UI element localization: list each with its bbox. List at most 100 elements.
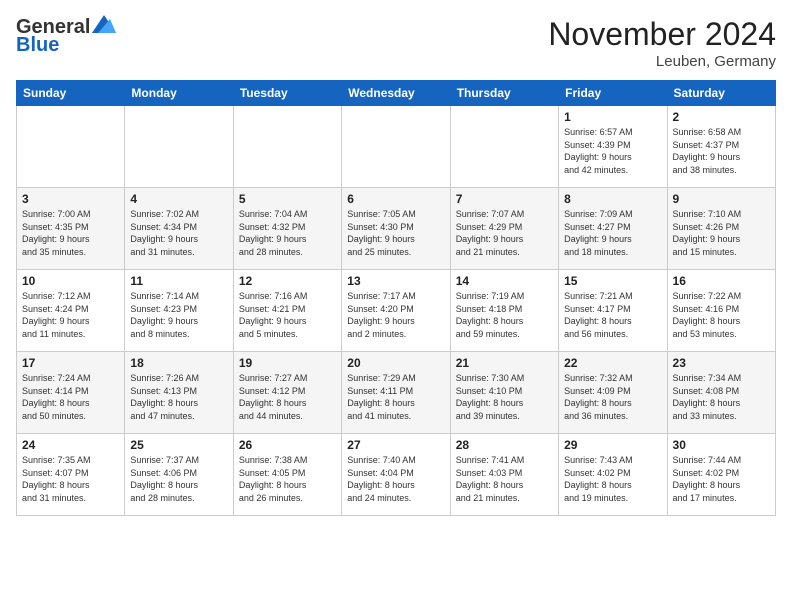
day-number: 9: [673, 192, 770, 206]
calendar-cell: 17Sunrise: 7:24 AM Sunset: 4:14 PM Dayli…: [17, 352, 125, 434]
day-info: Sunrise: 7:32 AM Sunset: 4:09 PM Dayligh…: [564, 372, 661, 422]
day-number: 12: [239, 274, 336, 288]
day-info: Sunrise: 7:40 AM Sunset: 4:04 PM Dayligh…: [347, 454, 444, 504]
title-section: November 2024 Leuben, Germany: [548, 16, 776, 70]
calendar-cell: 24 Sunrise: 7:35 AM Sunset: 4:07 PM Dayli…: [17, 434, 125, 516]
day-info: Sunrise: 7:19 AM Sunset: 4:18 PM Dayligh…: [456, 290, 553, 340]
week-row-0: 1 Sunrise: 6:57 AM Sunset: 4:39 PM Daylig…: [17, 106, 776, 188]
day-info: Sunrise: 7:44 AM Sunset: 4:02 PM Dayligh…: [673, 454, 770, 504]
day-info: Sunrise: 7:05 AM Sunset: 4:30 PM Dayligh…: [347, 208, 444, 258]
week-row-3: 17Sunrise: 7:24 AM Sunset: 4:14 PM Dayli…: [17, 352, 776, 434]
calendar-cell: [233, 106, 341, 188]
page: General Blue November 2024 Leuben, Germa…: [0, 0, 792, 524]
calendar-cell: 25Sunrise: 7:37 AM Sunset: 4:06 PM Dayli…: [125, 434, 233, 516]
day-number: 8: [564, 192, 661, 206]
calendar-cell: 27 Sunrise: 7:40 AM Sunset: 4:04 PM Dayli…: [342, 434, 450, 516]
day-number: 21: [456, 356, 553, 370]
calendar-cell: 9 Sunrise: 7:10 AM Sunset: 4:26 PM Daylig…: [667, 188, 775, 270]
day-number: 25: [130, 438, 227, 452]
week-row-4: 24 Sunrise: 7:35 AM Sunset: 4:07 PM Dayli…: [17, 434, 776, 516]
calendar-cell: 6 Sunrise: 7:05 AM Sunset: 4:30 PM Daylig…: [342, 188, 450, 270]
calendar-cell: 18 Sunrise: 7:26 AM Sunset: 4:13 PM Dayli…: [125, 352, 233, 434]
day-info: Sunrise: 7:02 AM Sunset: 4:34 PM Dayligh…: [130, 208, 227, 258]
day-number: 28: [456, 438, 553, 452]
day-info: Sunrise: 7:07 AM Sunset: 4:29 PM Dayligh…: [456, 208, 553, 258]
calendar-cell: 19Sunrise: 7:27 AM Sunset: 4:12 PM Dayli…: [233, 352, 341, 434]
day-number: 4: [130, 192, 227, 206]
calendar-cell: 7 Sunrise: 7:07 AM Sunset: 4:29 PM Daylig…: [450, 188, 558, 270]
calendar-cell: 20 Sunrise: 7:29 AM Sunset: 4:11 PM Dayli…: [342, 352, 450, 434]
calendar-cell: 30 Sunrise: 7:44 AM Sunset: 4:02 PM Dayli…: [667, 434, 775, 516]
day-info: Sunrise: 7:41 AM Sunset: 4:03 PM Dayligh…: [456, 454, 553, 504]
calendar-cell: [450, 106, 558, 188]
calendar-table: SundayMondayTuesdayWednesdayThursdayFrid…: [16, 80, 776, 516]
calendar-cell: 4 Sunrise: 7:02 AM Sunset: 4:34 PM Daylig…: [125, 188, 233, 270]
day-info: Sunrise: 7:10 AM Sunset: 4:26 PM Dayligh…: [673, 208, 770, 258]
location: Leuben, Germany: [548, 53, 776, 70]
day-number: 17: [22, 356, 119, 370]
day-number: 16: [673, 274, 770, 288]
calendar-cell: 28 Sunrise: 7:41 AM Sunset: 4:03 PM Dayli…: [450, 434, 558, 516]
day-info: Sunrise: 7:30 AM Sunset: 4:10 PM Dayligh…: [456, 372, 553, 422]
calendar-cell: 22 Sunrise: 7:32 AM Sunset: 4:09 PM Dayli…: [559, 352, 667, 434]
day-number: 30: [673, 438, 770, 452]
day-number: 22: [564, 356, 661, 370]
logo: General Blue: [16, 16, 116, 56]
day-info: Sunrise: 7:26 AM Sunset: 4:13 PM Dayligh…: [130, 372, 227, 422]
day-info: Sunrise: 7:34 AM Sunset: 4:08 PM Dayligh…: [673, 372, 770, 422]
day-number: 6: [347, 192, 444, 206]
day-number: 13: [347, 274, 444, 288]
day-header-friday: Friday: [559, 81, 667, 106]
day-info: Sunrise: 7:09 AM Sunset: 4:27 PM Dayligh…: [564, 208, 661, 258]
day-info: Sunrise: 7:35 AM Sunset: 4:07 PM Dayligh…: [22, 454, 119, 504]
day-number: 18: [130, 356, 227, 370]
calendar-cell: 10 Sunrise: 7:12 AM Sunset: 4:24 PM Dayli…: [17, 270, 125, 352]
day-number: 2: [673, 110, 770, 124]
day-number: 10: [22, 274, 119, 288]
day-info: Sunrise: 7:04 AM Sunset: 4:32 PM Dayligh…: [239, 208, 336, 258]
day-info: Sunrise: 7:17 AM Sunset: 4:20 PM Dayligh…: [347, 290, 444, 340]
day-number: 11: [130, 274, 227, 288]
day-number: 29: [564, 438, 661, 452]
day-info: Sunrise: 6:57 AM Sunset: 4:39 PM Dayligh…: [564, 126, 661, 176]
day-header-monday: Monday: [125, 81, 233, 106]
day-number: 26: [239, 438, 336, 452]
calendar-cell: 13 Sunrise: 7:17 AM Sunset: 4:20 PM Dayli…: [342, 270, 450, 352]
day-header-wednesday: Wednesday: [342, 81, 450, 106]
calendar-cell: [17, 106, 125, 188]
calendar-cell: [342, 106, 450, 188]
day-number: 27: [347, 438, 444, 452]
calendar-cell: 26 Sunrise: 7:38 AM Sunset: 4:05 PM Dayli…: [233, 434, 341, 516]
day-info: Sunrise: 7:14 AM Sunset: 4:23 PM Dayligh…: [130, 290, 227, 340]
calendar-cell: [125, 106, 233, 188]
logo-icon: [92, 13, 116, 37]
day-header-saturday: Saturday: [667, 81, 775, 106]
calendar-cell: 2Sunrise: 6:58 AM Sunset: 4:37 PM Daylig…: [667, 106, 775, 188]
day-number: 7: [456, 192, 553, 206]
day-number: 24: [22, 438, 119, 452]
day-info: Sunrise: 7:29 AM Sunset: 4:11 PM Dayligh…: [347, 372, 444, 422]
logo-blue-text: Blue: [16, 34, 59, 56]
calendar-cell: 14Sunrise: 7:19 AM Sunset: 4:18 PM Dayli…: [450, 270, 558, 352]
day-number: 1: [564, 110, 661, 124]
calendar-cell: 3Sunrise: 7:00 AM Sunset: 4:35 PM Daylig…: [17, 188, 125, 270]
header: General Blue November 2024 Leuben, Germa…: [16, 16, 776, 70]
calendar-cell: 1 Sunrise: 6:57 AM Sunset: 4:39 PM Daylig…: [559, 106, 667, 188]
day-info: Sunrise: 7:38 AM Sunset: 4:05 PM Dayligh…: [239, 454, 336, 504]
day-info: Sunrise: 7:27 AM Sunset: 4:12 PM Dayligh…: [239, 372, 336, 422]
day-header-tuesday: Tuesday: [233, 81, 341, 106]
calendar-cell: 21 Sunrise: 7:30 AM Sunset: 4:10 PM Dayli…: [450, 352, 558, 434]
calendar-cell: 29 Sunrise: 7:43 AM Sunset: 4:02 PM Dayli…: [559, 434, 667, 516]
day-info: Sunrise: 7:12 AM Sunset: 4:24 PM Dayligh…: [22, 290, 119, 340]
calendar-cell: 16Sunrise: 7:22 AM Sunset: 4:16 PM Dayli…: [667, 270, 775, 352]
day-number: 20: [347, 356, 444, 370]
day-number: 3: [22, 192, 119, 206]
calendar-cell: 8 Sunrise: 7:09 AM Sunset: 4:27 PM Daylig…: [559, 188, 667, 270]
day-header-thursday: Thursday: [450, 81, 558, 106]
day-info: Sunrise: 7:43 AM Sunset: 4:02 PM Dayligh…: [564, 454, 661, 504]
day-number: 15: [564, 274, 661, 288]
calendar-cell: 23 Sunrise: 7:34 AM Sunset: 4:08 PM Dayli…: [667, 352, 775, 434]
day-number: 23: [673, 356, 770, 370]
week-row-2: 10 Sunrise: 7:12 AM Sunset: 4:24 PM Dayli…: [17, 270, 776, 352]
day-info: Sunrise: 7:21 AM Sunset: 4:17 PM Dayligh…: [564, 290, 661, 340]
